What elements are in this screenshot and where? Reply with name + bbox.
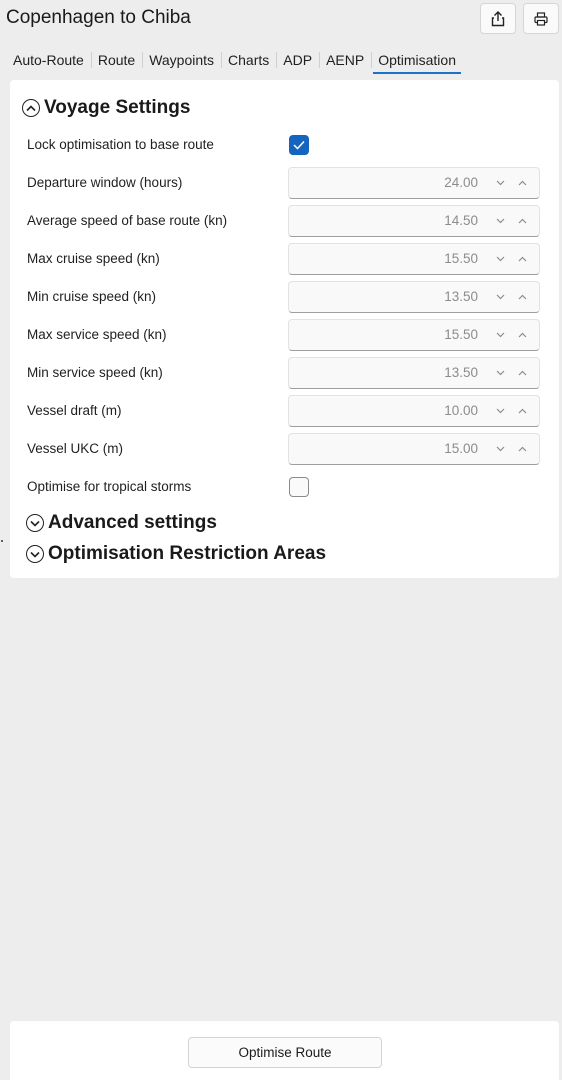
chevron-up-icon[interactable] [515,404,529,418]
tropical-storms-label: Optimise for tropical storms [27,479,192,494]
min-cruise-speed-label: Min cruise speed (kn) [27,289,157,304]
stray-dot [1,540,3,542]
max-service-speed-input[interactable]: 15.50 [288,319,540,351]
chevron-up-icon[interactable] [515,328,529,342]
min-service-speed-label: Min service speed (kn) [27,365,163,380]
chevron-down-icon[interactable] [493,366,507,380]
max-cruise-speed-value: 15.50 [444,251,478,266]
tab-charts[interactable]: Charts [221,50,276,70]
vessel-ukc-input[interactable]: 15.00 [288,433,540,465]
checkmark-icon [293,140,305,150]
max-cruise-speed-label: Max cruise speed (kn) [27,251,160,266]
max-cruise-speed-input[interactable]: 15.50 [288,243,540,275]
optimise-route-button[interactable]: Optimise Route [188,1037,382,1068]
lock-optimisation-checkbox[interactable] [289,135,309,155]
chevron-down-circle-icon [26,514,44,532]
chevron-down-icon[interactable] [493,176,507,190]
chevron-down-icon[interactable] [493,252,507,266]
tropical-storms-checkbox[interactable] [289,477,309,497]
tab-waypoints[interactable]: Waypoints [142,50,221,70]
print-icon [534,11,548,26]
chevron-up-icon[interactable] [515,252,529,266]
chevron-down-icon[interactable] [493,328,507,342]
chevron-up-icon[interactable] [515,214,529,228]
advanced-settings-header[interactable]: Advanced settings [26,512,217,534]
min-service-speed-input[interactable]: 13.50 [288,357,540,389]
chevron-up-icon[interactable] [515,442,529,456]
tab-bar: Auto-Route Route Waypoints Charts ADP AE… [6,50,463,74]
vessel-draft-label: Vessel draft (m) [27,403,122,418]
chevron-down-icon[interactable] [493,290,507,304]
tab-aenp[interactable]: AENP [319,50,371,70]
vessel-draft-value: 10.00 [444,403,478,418]
restriction-areas-title: Optimisation Restriction Areas [48,543,327,564]
vessel-draft-input[interactable]: 10.00 [288,395,540,427]
departure-window-input[interactable]: 24.00 [288,167,540,199]
max-service-speed-value: 15.50 [444,327,478,342]
vessel-ukc-label: Vessel UKC (m) [27,441,124,456]
tab-route[interactable]: Route [90,50,142,70]
tab-adp[interactable]: ADP [276,50,319,70]
chevron-down-circle-icon [26,545,44,563]
chevron-down-icon[interactable] [493,404,507,418]
max-service-speed-label: Max service speed (kn) [27,327,167,342]
min-cruise-speed-value: 13.50 [444,289,478,304]
departure-window-value: 24.00 [444,175,478,190]
chevron-up-circle-icon [22,99,40,117]
average-speed-value: 14.50 [444,213,478,228]
min-cruise-speed-input[interactable]: 13.50 [288,281,540,313]
chevron-up-icon[interactable] [515,366,529,380]
settings-panel: Voyage Settings Lock optimisation to bas… [10,80,559,578]
voyage-settings-title: Voyage Settings [44,97,191,118]
advanced-settings-title: Advanced settings [48,512,217,533]
chevron-up-icon[interactable] [515,176,529,190]
chevron-up-icon[interactable] [515,290,529,304]
restriction-areas-header[interactable]: Optimisation Restriction Areas [26,543,326,565]
window-title: Copenhagen to Chiba [6,7,191,28]
chevron-down-icon[interactable] [493,442,507,456]
footer-bar: Optimise Route [10,1021,559,1080]
print-button[interactable] [523,3,559,34]
chevron-down-icon[interactable] [493,214,507,228]
tab-auto-route[interactable]: Auto-Route [6,50,91,70]
tab-optimisation[interactable]: Optimisation [371,50,463,74]
lock-optimisation-label: Lock optimisation to base route [27,137,214,152]
share-icon [491,10,505,26]
average-speed-label: Average speed of base route (kn) [27,213,228,228]
departure-window-label: Departure window (hours) [27,175,183,190]
min-service-speed-value: 13.50 [444,365,478,380]
average-speed-input[interactable]: 14.50 [288,205,540,237]
share-button[interactable] [480,3,516,34]
vessel-ukc-value: 15.00 [444,441,478,456]
title-bar: Copenhagen to Chiba [0,0,562,40]
voyage-settings-header[interactable]: Voyage Settings [22,97,190,119]
